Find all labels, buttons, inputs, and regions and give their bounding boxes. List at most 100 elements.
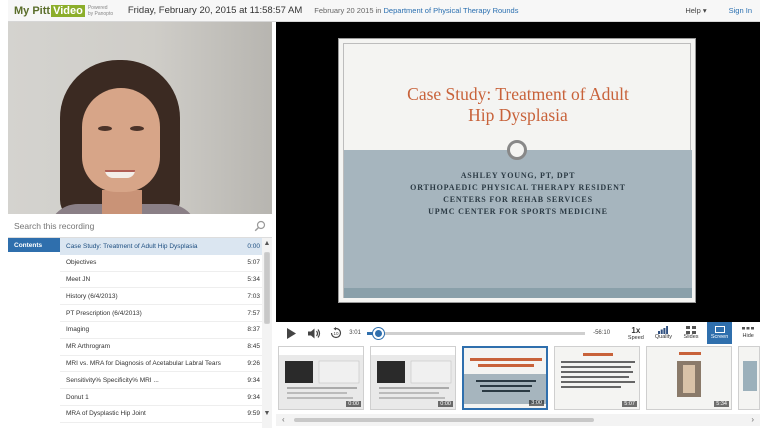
remaining-time: -56:10 (593, 330, 611, 336)
slide-title-line-2: Hip Dysplasia (468, 105, 568, 125)
help-label: Help (685, 6, 701, 15)
thumbnail-time: 0:00 (346, 401, 361, 407)
screen-label: Screen (710, 334, 729, 340)
help-menu[interactable]: Help ▾ (685, 6, 706, 15)
search-icon[interactable] (254, 220, 266, 232)
thumbnail-partial[interactable] (738, 346, 760, 410)
thumbnail[interactable]: 5:34 (646, 346, 732, 410)
thumbnail-partial-image (739, 347, 759, 409)
volume-icon[interactable] (308, 326, 322, 340)
speed-label: Speed (627, 334, 644, 341)
toc-item[interactable]: MRI vs. MRA for Diagnosis of Acetabular … (60, 356, 262, 373)
presenter-video[interactable] (8, 22, 272, 214)
slide-ring-ornament (507, 140, 527, 160)
toc-item-time: 5:07 (247, 259, 260, 267)
presenter-eye-right (130, 126, 144, 131)
hide-label: Hide (742, 333, 754, 339)
slide-org-2: UPMC Center for Sports Medicine (428, 207, 608, 216)
speed-value: 1x (631, 325, 641, 335)
session-title: Friday, February 20, 2015 at 11:58:57 AM (127, 5, 303, 16)
hide-button[interactable]: Hide (736, 322, 760, 344)
quality-button[interactable]: Quality (652, 322, 676, 344)
logo-video: Video (51, 4, 85, 17)
signal-bars-icon (658, 326, 669, 334)
toc-item[interactable]: History (6/4/2013) 7:03 (60, 288, 262, 306)
toc-item-title: Imaging (66, 326, 90, 334)
speed-button[interactable]: 1x Speed (624, 322, 648, 344)
slides-button[interactable]: Slides (679, 322, 703, 344)
contents-scrollbar[interactable]: ▲ ▼ (262, 238, 272, 428)
slide-role: Orthopaedic Physical Therapy Resident (410, 183, 626, 192)
slide-footer-band (344, 288, 692, 298)
table-of-contents: Case Study: Treatment of Adult Hip Dyspl… (60, 238, 262, 428)
progress-bar[interactable] (366, 327, 586, 339)
sign-in-link[interactable]: Sign In (729, 6, 752, 15)
top-bar: My Pitt Video Powered by Panopto Friday,… (8, 0, 760, 22)
toc-item-title: Case Study: Treatment of Adult Hip Dyspl… (66, 242, 198, 250)
slide-org-1: Centers for Rehab Services (443, 195, 593, 204)
slide-author: Ashley Young, PT, DPT (460, 171, 576, 180)
screen-button[interactable]: Screen (706, 322, 733, 344)
presenter-mouth (105, 170, 135, 178)
toc-item[interactable]: PT Prescription (6/4/2013) 7:57 (60, 305, 262, 322)
thumbnail[interactable]: 5:07 (554, 346, 640, 410)
toc-item[interactable]: Objectives 5:07 (60, 255, 262, 272)
search-box (8, 214, 272, 238)
screen-icon (714, 326, 725, 333)
folder-link[interactable]: Department of Physical Therapy Rounds (384, 6, 519, 15)
panopto-viewer: My Pitt Video Powered by Panopto Friday,… (0, 0, 768, 439)
svg-text:10: 10 (334, 331, 340, 336)
play-icon[interactable] (284, 326, 298, 340)
top-right-menu: Help ▾ Sign In (685, 6, 760, 15)
toc-item-title: PT Prescription (6/4/2013) (66, 309, 142, 317)
session-info: February 20 2015 in Department of Physic… (314, 6, 518, 15)
thumbnail[interactable]: 0:00 (278, 346, 364, 410)
thumbnail-strip: 0:00 0:00 3:00 5:07 5:34 (276, 344, 760, 414)
chevron-left-icon[interactable]: ‹ (282, 415, 285, 424)
thumbnail-time: 0:00 (438, 401, 453, 407)
toc-item-title: Meet JN (66, 275, 91, 283)
toc-item-time: 8:37 (247, 326, 260, 334)
toc-item[interactable]: MRA of Dysplastic Hip Joint 9:59 (60, 406, 262, 423)
progress-handle[interactable] (373, 327, 385, 339)
toc-item-time: 7:57 (247, 309, 260, 317)
toc-item-title: MR Arthrogram (66, 343, 111, 351)
toc-item-time: 0:00 (247, 242, 260, 250)
slide-title-line-1: Case Study: Treatment of Adult (407, 84, 629, 104)
toc-item-time: 9:34 (247, 376, 260, 384)
toc-item[interactable]: MR Arthrogram 8:45 (60, 339, 262, 356)
toc-item[interactable]: Case Study: Treatment of Adult Hip Dyspl… (60, 238, 262, 255)
rewind-icon[interactable]: 10 (330, 326, 344, 340)
toc-item[interactable]: Meet JN 5:34 (60, 272, 262, 289)
thumbnail[interactable]: 0:00 (370, 346, 456, 410)
chevron-right-icon[interactable]: › (751, 415, 754, 424)
toc-item-time: 9:26 (247, 359, 260, 367)
chevron-down-icon: ▾ (702, 6, 707, 15)
logo[interactable]: My Pitt Video Powered by Panopto (14, 4, 114, 17)
slides-icon (686, 326, 697, 334)
toc-item[interactable]: Sensitivity% Specificity% MRI ... 9:34 (60, 372, 262, 390)
slides-label: Slides (683, 334, 699, 340)
toc-item-title: Donut 1 (66, 393, 89, 401)
thumbnail-time: 3:00 (529, 400, 544, 406)
toc-item[interactable]: Donut 1 9:34 (60, 389, 262, 406)
toc-item-time: 5:34 (247, 275, 260, 283)
quality-label: Quality (654, 334, 673, 340)
thumbnail-scrollbar[interactable]: ‹ › (276, 414, 760, 426)
thumbnail-active[interactable]: 3:00 (462, 346, 548, 410)
scrollbar-thumb[interactable] (264, 252, 270, 324)
thumbnail-time: 5:07 (622, 401, 637, 407)
search-input[interactable] (14, 220, 244, 231)
toc-item-title: MRI vs. MRA for Diagnosis of Acetabular … (66, 359, 221, 367)
main-player[interactable]: Case Study: Treatment of Adult Hip Dyspl… (276, 22, 760, 322)
toc-item-time: 8:45 (247, 343, 260, 351)
toc-item-title: MRA of Dysplastic Hip Joint (66, 410, 146, 418)
toc-item-time: 7:03 (247, 292, 260, 300)
chevron-up-icon[interactable]: ▲ (263, 240, 271, 248)
scrollbar-thumb[interactable] (294, 418, 594, 422)
chevron-down-icon[interactable]: ▼ (263, 410, 271, 418)
toc-item[interactable]: Imaging 8:37 (60, 322, 262, 339)
presenter-eye-left (98, 126, 112, 131)
toc-item-title: Sensitivity% Specificity% MRI ... (66, 376, 159, 384)
tab-contents[interactable]: Contents (8, 238, 60, 252)
